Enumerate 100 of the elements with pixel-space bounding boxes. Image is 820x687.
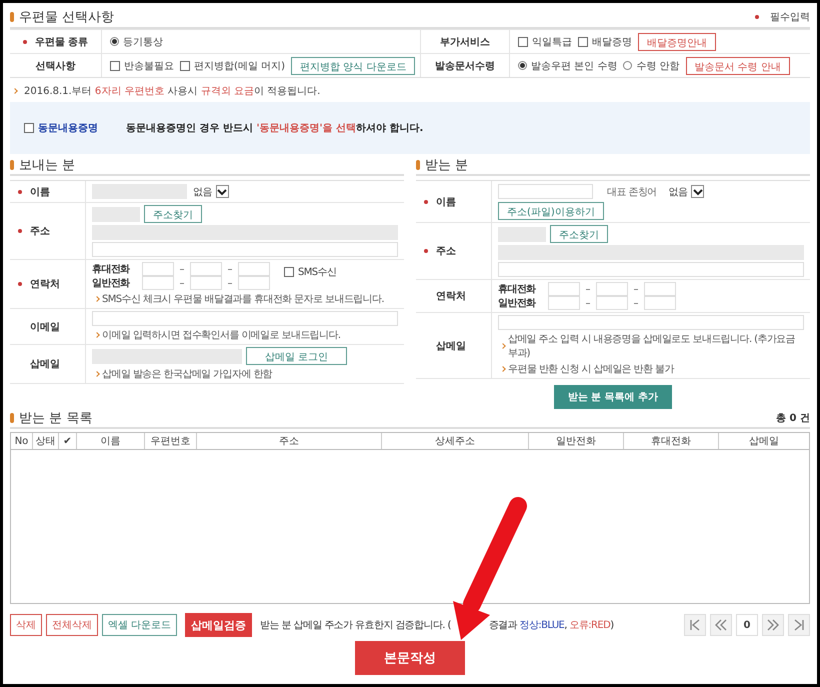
checkbox[interactable] [518,36,528,46]
required-dot-icon [424,249,428,253]
dash-icon [228,282,232,284]
chevron-bar-right-icon [793,619,805,631]
radio-button[interactable] [623,61,632,70]
page-number: 0 [736,614,758,636]
checkbox-label: 배달증명 [592,36,632,48]
phone-label: 휴대전화 [498,283,537,296]
column-header: 일반전화 [529,433,624,449]
phone-input[interactable] [238,262,270,276]
total-count: 총 0 건 [776,412,810,425]
column-header: ✔ [59,433,77,449]
submit-button[interactable]: 본문작성 [355,641,465,675]
last-page-button[interactable] [788,614,810,636]
checkbox[interactable] [180,60,190,70]
hint-text: 이메일 입력하시면 접수확인서를 이메일로 보내드립니다. [102,329,340,342]
section-title: 받는 분 [425,157,468,174]
section-bullet-icon [10,413,14,423]
phone-input[interactable] [142,262,174,276]
checkbox-label: 익일특급 [532,36,572,48]
required-dot-icon [755,15,759,19]
section-bullet-icon [10,12,14,22]
checkbox-label: 편지병합(메일 머지) [194,60,285,72]
dash-icon [228,268,232,270]
address-search-button[interactable]: 주소찾기 [144,205,202,223]
column-header: 주소 [197,433,382,449]
section-bullet-icon [416,160,420,170]
radio-label: 수령 안함 [636,60,680,72]
action-button[interactable]: 삭제 [10,614,42,636]
phone-label: 일반전화 [92,277,131,290]
detail-address-input[interactable] [498,262,804,277]
next-page-button[interactable] [762,614,784,636]
double-chevron-right-icon [767,619,779,631]
required-dot-icon [18,229,22,233]
hint-arrow-icon [500,366,506,372]
radio-button[interactable] [518,61,527,70]
phone-input[interactable] [644,282,676,296]
column-header: 휴대전화 [624,433,719,449]
action-button[interactable]: 전체삭제 [46,614,98,636]
field-label: 이름 [30,186,50,198]
column-header: No [11,433,33,449]
add-to-list-button[interactable]: 받는 분 목록에 추가 [554,385,672,409]
phone-label: 일반전화 [498,297,537,310]
verify-note: 받는 분 삽메일 주소가 유효한지 검증합니다. ( 증결과 정상:BLUE, 오류:RED) [260,619,614,632]
first-page-button[interactable] [684,614,706,636]
required-dot-icon [424,200,428,204]
checkbox[interactable] [578,36,588,46]
phone-input[interactable] [190,262,222,276]
address-search-button[interactable]: 주소찾기 [550,225,608,243]
checkbox-label: SMS수신 [298,266,336,279]
dash-icon [180,282,184,284]
required-dot-icon [18,190,22,194]
guide-button[interactable]: 배달증명안내 [638,32,716,50]
text-input[interactable] [92,311,398,326]
field-label: 주소 [436,245,456,258]
option-label: 부가서비스 [440,36,490,48]
phone-input[interactable] [142,276,174,290]
required-dot-icon [22,40,27,44]
notice-text: 2016.8.1.부터 6자리 우편번호 사용시 규격외 요금이 적용됩니다. [24,85,320,98]
dash-icon [634,302,638,304]
verify-button[interactable]: 삽메일검증 [185,613,252,637]
info-message: 동문내용증명인 경우 반드시 '동문내용증명'을 선택하셔야 합니다. [126,122,424,135]
dash-icon [586,288,590,290]
bar-chevron-left-icon [689,619,701,631]
hint-arrow-icon [12,88,18,94]
guide-button[interactable]: 발송문서 수령 안내 [686,56,790,74]
caret-icon [216,185,229,198]
phone-input[interactable] [190,276,222,290]
section-title: 받는 분 목록 [19,410,92,427]
name-input[interactable] [498,184,593,199]
honorific-label: 대표 존칭어 [607,186,657,198]
checkbox[interactable] [110,60,120,70]
hint-text: 우편물 반환 신청 시 삽메일은 반환 불가 [508,363,674,376]
field-label: 연락처 [436,290,466,303]
checkbox[interactable] [24,123,34,133]
phone-label: 휴대전화 [92,263,131,276]
section-bullet-icon [10,160,14,170]
checkbox[interactable] [284,267,294,277]
radio-label: 등기통상 [123,36,163,48]
prev-page-button[interactable] [710,614,732,636]
double-chevron-left-icon [715,619,727,631]
phone-input[interactable] [644,296,676,310]
detail-address-input[interactable] [92,242,398,257]
column-header: 상태 [33,433,59,449]
phone-input[interactable] [548,282,580,296]
checkbox-label: 반송불필요 [124,60,174,72]
phone-input[interactable] [596,282,628,296]
address-file-button[interactable]: 주소(파일)이용하기 [498,202,604,220]
phone-input[interactable] [548,296,580,310]
honorific-select[interactable]: 없음 [666,183,706,200]
radio-button[interactable] [110,37,119,46]
field-label: 이메일 [30,320,60,334]
phone-input[interactable] [596,296,628,310]
phone-input[interactable] [238,276,270,290]
action-button[interactable]: 엑셀 다운로드 [102,614,178,636]
dash-icon [180,268,184,270]
radio-label: 발송우편 본인 수령 [531,60,618,72]
guide-button[interactable]: 편지병합 양식 다운로드 [290,56,416,74]
hint-arrow-icon [94,296,100,302]
text-input[interactable] [498,315,804,330]
